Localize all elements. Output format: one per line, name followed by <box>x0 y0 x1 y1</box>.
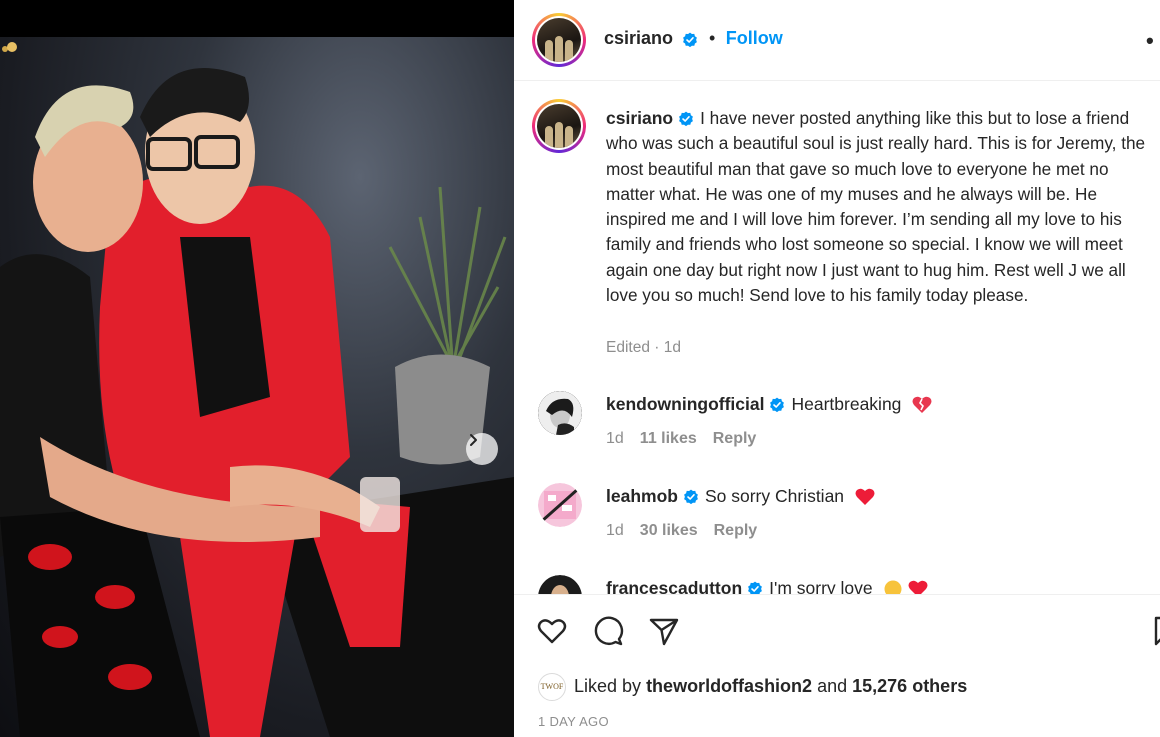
liked-others-count[interactable]: 15,276 others <box>852 676 967 696</box>
liked-by-user[interactable]: theworldoffashion2 <box>646 676 812 696</box>
commenter-photo <box>538 483 582 527</box>
comment-icon[interactable] <box>592 615 624 647</box>
verified-icon <box>684 489 698 505</box>
comment-likes[interactable]: 11 likes <box>640 430 697 447</box>
media-top-bar <box>0 0 514 37</box>
comment-reply-button[interactable]: Reply <box>714 522 758 539</box>
commenter-photo <box>538 391 582 435</box>
heart-icon[interactable] <box>536 615 568 647</box>
caption-author-avatar[interactable] <box>532 99 586 153</box>
comment-likes[interactable]: 30 likes <box>640 522 698 539</box>
comment-text: So sorry Christian <box>704 486 845 506</box>
comment-text: I'm sorry love <box>769 578 873 594</box>
next-slide-button[interactable] <box>466 433 498 465</box>
liked-by-label: Liked by <box>574 675 642 696</box>
post-caption: csiriano I have never posted anything li… <box>606 106 1156 308</box>
comments-scroll-area[interactable]: csiriano I have never posted anything li… <box>514 82 1160 594</box>
caption-edited-time: Edited · 1d <box>606 339 681 356</box>
post-panel: csiriano • Follow • csiriano I have neve… <box>514 0 1160 737</box>
verified-icon <box>770 397 785 413</box>
share-icon[interactable] <box>648 615 680 647</box>
comment-avatar[interactable] <box>538 575 582 594</box>
liker-avatar[interactable]: TWOF <box>538 673 566 701</box>
caption-text: I have never posted anything like this b… <box>606 108 1146 306</box>
verified-icon <box>748 581 763 594</box>
comment-avatar[interactable] <box>538 483 582 527</box>
photo-illustration <box>0 42 514 737</box>
post-media <box>0 0 514 737</box>
next-arrow-icon <box>470 434 477 446</box>
author-username[interactable]: csiriano <box>604 28 673 48</box>
red-heart-icon <box>908 581 928 594</box>
author-avatar[interactable] <box>532 13 586 67</box>
verified-icon <box>683 32 698 47</box>
comment-username[interactable]: francescadutton <box>606 578 742 594</box>
verified-icon <box>679 112 694 127</box>
comment-age: 1d <box>606 430 624 447</box>
comment-age: 1d <box>606 522 624 539</box>
comment-reply-button[interactable]: Reply <box>713 430 757 447</box>
follow-button[interactable]: Follow <box>726 28 783 48</box>
header-separator: • <box>708 28 716 48</box>
likes-summary: TWOF Liked by theworldoffashion2 and 15,2… <box>538 673 967 701</box>
comment-text: Heartbreaking <box>791 394 902 414</box>
more-options-icon[interactable]: • <box>1146 28 1155 54</box>
comment-username[interactable]: leahmob <box>606 486 678 506</box>
bookmark-icon[interactable] <box>1150 615 1160 647</box>
caption-username[interactable]: csiriano <box>606 108 673 128</box>
commenter-photo <box>538 575 582 594</box>
post-actions: TWOF Liked by theworldoffashion2 and 15,2… <box>514 594 1160 737</box>
comment-username[interactable]: kendowningofficial <box>606 394 764 414</box>
comment-avatar[interactable] <box>538 391 582 435</box>
liked-and-label: and <box>817 675 848 696</box>
crying-face-icon <box>884 580 902 594</box>
post-header: csiriano • Follow • <box>514 0 1160 81</box>
broken-heart-icon <box>912 397 932 414</box>
red-heart-icon <box>855 489 875 506</box>
post-date: 1 DAY AGO <box>538 714 609 729</box>
post-photo[interactable] <box>0 37 514 737</box>
